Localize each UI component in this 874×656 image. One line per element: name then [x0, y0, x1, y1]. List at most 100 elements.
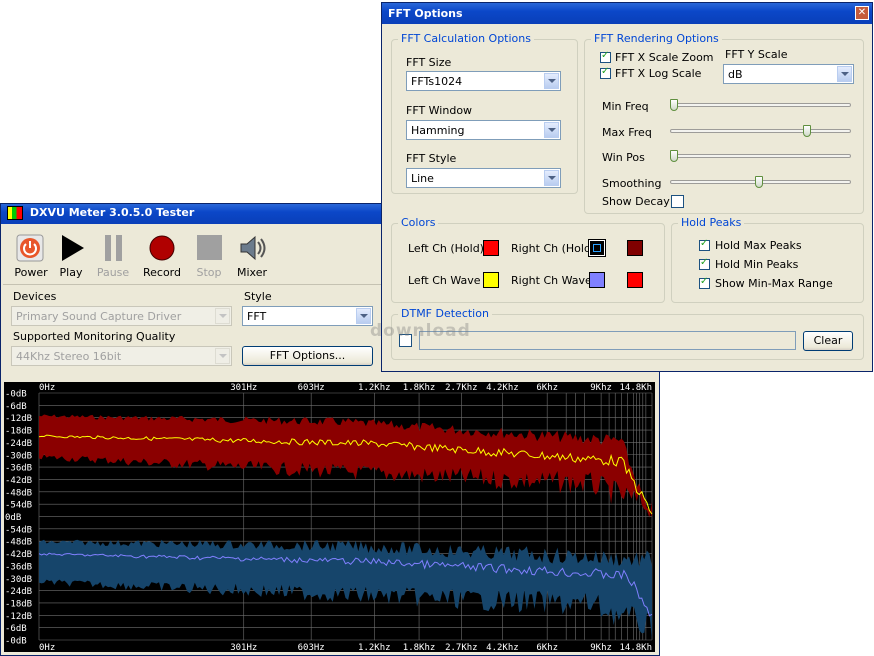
record-button[interactable]: Record — [136, 228, 188, 286]
calc-options-group: FFT Calculation Options FFT Size FFTs102… — [391, 32, 578, 194]
freq-tick-label-top: 14.8Kh — [619, 383, 652, 393]
fft-style-value: Line — [411, 172, 434, 185]
freq-tick-label-bottom: 6Khz — [536, 643, 558, 652]
db-tick-label: -42dB — [5, 476, 32, 486]
fft-window-label: FFT Window — [406, 104, 473, 117]
style-value: FFT — [247, 310, 267, 323]
fft-size-select[interactable]: FFTs1024 — [406, 71, 561, 91]
db-tick-label: -42dB — [5, 550, 32, 560]
fft-style-select[interactable]: Line — [406, 168, 561, 188]
chevron-down-icon — [356, 308, 371, 324]
right-wave-swatch[interactable] — [589, 272, 605, 288]
hold-peaks-title: Hold Peaks — [678, 216, 745, 229]
clear-button[interactable]: Clear — [803, 331, 853, 351]
chevron-down-icon — [215, 348, 230, 364]
freq-tick-label-bottom: 4.2Khz — [486, 643, 519, 652]
focus-icon — [593, 244, 601, 252]
db-tick-label: -6dB — [5, 624, 27, 634]
pause-label: Pause — [96, 266, 130, 279]
show-decay-label: Show Decay — [602, 195, 670, 208]
devices-label: Devices — [13, 290, 57, 303]
freq-tick-label-bottom: 301Hz — [230, 643, 257, 652]
slider-thumb-0[interactable] — [670, 99, 678, 111]
devices-select[interactable]: Primary Sound Capture Driver — [11, 306, 232, 326]
freq-tick-label-bottom: 9Khz — [590, 643, 612, 652]
y-scale-value: dB — [728, 68, 743, 81]
fft-titlebar[interactable]: FFT Options — [382, 3, 872, 24]
slider-track-2[interactable] — [670, 154, 851, 158]
devices-value: Primary Sound Capture Driver — [16, 310, 182, 323]
right-hold-swatch[interactable] — [588, 239, 606, 257]
right-wave-label: Right Ch Wave — [511, 274, 592, 287]
slider-thumb-2[interactable] — [670, 150, 678, 162]
slider-track-1[interactable] — [670, 129, 851, 133]
right-hold-swatch-2[interactable] — [627, 240, 643, 256]
right-wave-swatch-2[interactable] — [627, 272, 643, 288]
left-hold-swatch[interactable] — [483, 240, 499, 256]
pause-icon — [105, 235, 122, 261]
x-scale-zoom-checkbox[interactable] — [600, 50, 611, 63]
mixer-label: Mixer — [236, 266, 267, 279]
x-scale-zoom-label: FFT X Scale Zoom — [615, 51, 714, 64]
close-button[interactable]: ✕ — [855, 6, 869, 20]
fft-options-label: FFT Options... — [269, 349, 346, 362]
fft-window-select[interactable]: Hamming — [406, 120, 561, 140]
record-label: Record — [142, 266, 181, 279]
hold-max-checkbox[interactable] — [699, 238, 710, 251]
db-tick-label: -30dB — [5, 451, 32, 461]
hold-max-label: Hold Max Peaks — [715, 239, 802, 252]
db-tick-label: -36dB — [5, 464, 32, 474]
speaker-icon — [240, 235, 266, 261]
freq-tick-label-bottom: 0Hz — [39, 643, 55, 652]
freq-tick-label-top: 9Khz — [590, 383, 612, 393]
hold-min-checkbox[interactable] — [699, 257, 710, 270]
play-icon — [62, 235, 84, 261]
show-minmax-label: Show Min-Max Range — [715, 277, 833, 290]
db-tick-label: -36dB — [5, 562, 32, 572]
slider-label-3: Smoothing — [602, 177, 662, 190]
freq-tick-label-top: 0Hz — [39, 383, 55, 393]
freq-tick-label-top: 4.2Khz — [486, 383, 519, 393]
y-scale-label: FFT Y Scale — [725, 48, 788, 61]
x-log-scale-checkbox[interactable] — [600, 66, 611, 79]
fft-options-button[interactable]: FFT Options... — [242, 346, 373, 366]
freq-tick-label-top: 6Khz — [536, 383, 558, 393]
quality-value: 44Khz Stereo 16bit — [16, 350, 122, 363]
left-wave-swatch[interactable] — [483, 272, 499, 288]
clear-label: Clear — [813, 334, 843, 347]
stop-icon — [197, 235, 222, 260]
show-decay-checkbox[interactable] — [671, 195, 684, 208]
watermark: download — [370, 321, 471, 341]
slider-label-0: Min Freq — [602, 100, 649, 113]
style-select[interactable]: FFT — [242, 306, 373, 326]
db-tick-label: -6dB — [5, 402, 27, 412]
app-icon — [7, 206, 23, 220]
slider-thumb-3[interactable] — [754, 176, 763, 188]
render-options-group: FFT Rendering Options FFT X Scale Zoom F… — [584, 32, 864, 214]
colors-group: Colors Left Ch (Hold) Right Ch (Hold) Le… — [391, 216, 665, 303]
slider-thumb-1[interactable] — [803, 125, 812, 137]
freq-tick-label-top: 2.7Khz — [445, 383, 478, 393]
calc-options-title: FFT Calculation Options — [398, 32, 534, 45]
show-minmax-checkbox[interactable] — [699, 276, 710, 289]
x-log-scale-label: FFT X Log Scale — [615, 67, 702, 80]
db-tick-label: 0dB — [5, 513, 21, 523]
fft-dialog-title: FFT Options — [388, 7, 463, 20]
main-title: DXVU Meter 3.0.5.0 Tester — [29, 206, 195, 219]
freq-tick-label-top: 1.8Khz — [403, 383, 436, 393]
db-tick-label: -12dB — [5, 414, 32, 424]
fft-size-label: FFT Size — [406, 56, 452, 69]
fft-style-label: FFT Style — [406, 152, 457, 165]
freq-tick-label-bottom: 1.8Khz — [403, 643, 436, 652]
colors-title: Colors — [398, 216, 439, 229]
db-tick-label: -54dB — [5, 501, 32, 511]
chevron-down-icon — [544, 122, 559, 138]
power-icon — [16, 234, 44, 262]
y-scale-select[interactable]: dB — [723, 64, 854, 84]
freq-tick-label-top: 301Hz — [230, 383, 257, 393]
slider-track-0[interactable] — [670, 103, 851, 107]
quality-select[interactable]: 44Khz Stereo 16bit — [11, 346, 232, 366]
pause-button[interactable]: Pause — [87, 228, 139, 286]
mixer-button[interactable]: Mixer — [226, 228, 278, 286]
chevron-down-icon — [544, 170, 559, 186]
